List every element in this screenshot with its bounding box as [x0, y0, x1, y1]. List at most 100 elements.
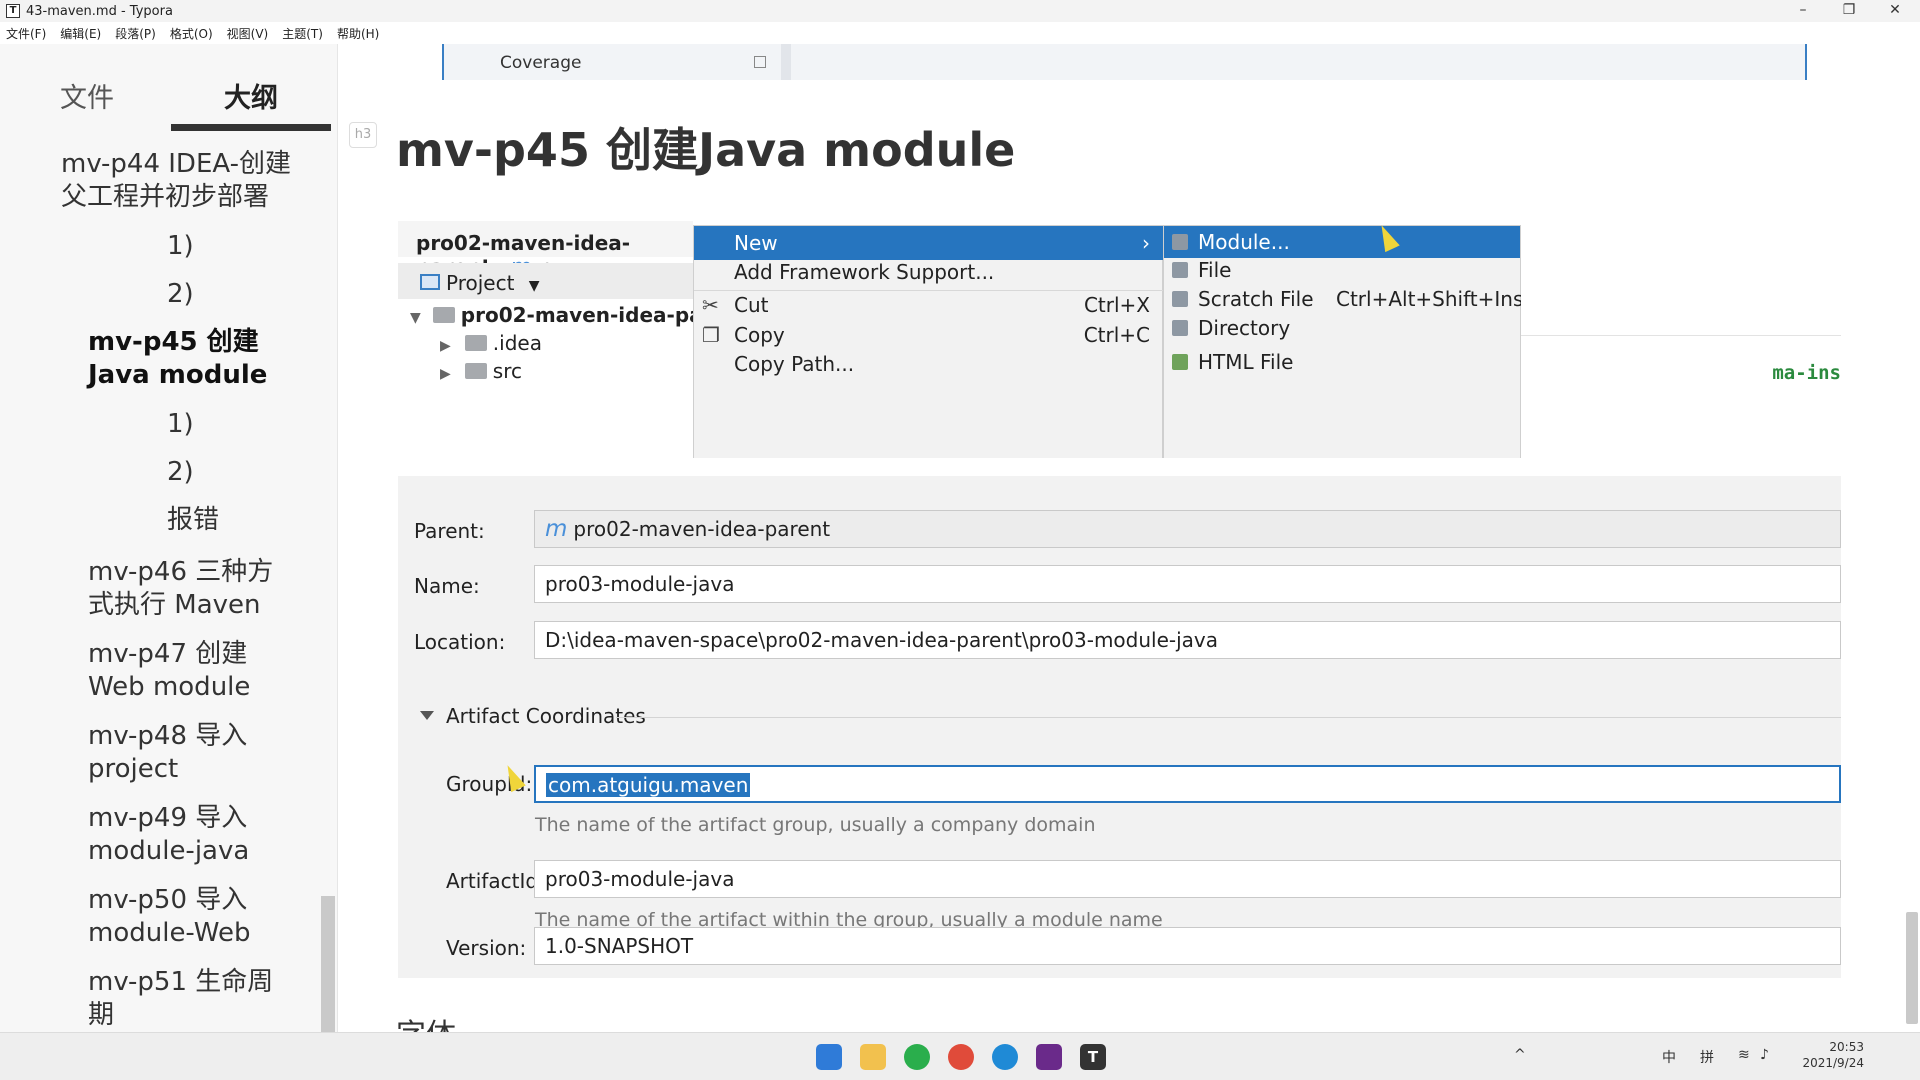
submenu-item-file[interactable]: File [1164, 254, 1520, 286]
outline-item-p51[interactable]: mv-p51 生命周期 [88, 966, 273, 1032]
outline-item-p45-2[interactable]: 2) [167, 456, 194, 489]
ime-chinese-indicator[interactable]: 中 [1662, 1047, 1676, 1067]
submenu-item-scratch-file[interactable]: Scratch File Ctrl+Alt+Shift+Insert [1164, 283, 1552, 315]
groupid-field[interactable]: com.atguigu.maven [534, 765, 1841, 803]
outline-item-p45-1[interactable]: 1) [167, 408, 194, 441]
outline-item-p48[interactable]: mv-p48 导入 project [88, 720, 247, 786]
name-label: Name: [414, 574, 480, 598]
editor-background [1521, 225, 1841, 335]
folder-icon [432, 307, 455, 323]
taskbar: T ^ 中 拼 ≋ ♪ 20:53 2021/9/24 [0, 1032, 1920, 1080]
volume-icon[interactable]: ♪ [1760, 1047, 1769, 1063]
close-button[interactable]: ✕ [1872, 0, 1918, 22]
artifactid-field[interactable]: pro03-module-java [534, 860, 1841, 898]
editor-area: Coverage h3 mv-p45 创建Java module pro02-m… [339, 44, 1920, 1032]
collapse-chevron-icon: ▶ [440, 338, 451, 354]
tree-item-src[interactable]: ▶ src [440, 359, 522, 383]
coverage-label: Coverage [500, 53, 582, 73]
editor-scrollbar[interactable] [1906, 912, 1918, 1024]
module-icon [1172, 234, 1188, 250]
outline-item-p50[interactable]: mv-p50 导入 module-Web [88, 884, 250, 950]
scissors-icon: ✂ [702, 293, 719, 317]
version-row: Version: 1.0-SNAPSHOT [398, 927, 1841, 978]
expand-chevron-icon: ▼ [410, 310, 421, 326]
outline-item-p44[interactable]: mv-p44 IDEA-创建 父工程并初步部署 [61, 148, 291, 214]
menu-bar: 文件(F) 编辑(E) 段落(P) 格式(O) 视图(V) 主题(T) 帮助(H… [0, 22, 1920, 44]
heading-level-tag: h3 [349, 122, 377, 148]
collapse-chevron-icon: ▶ [440, 366, 451, 382]
outline-item-p45[interactable]: mv-p45 创建 Java module [88, 326, 267, 392]
editor-divider [1521, 335, 1841, 336]
maven-module-icon: m [545, 516, 568, 542]
location-field[interactable]: D:\idea-maven-space\pro02-maven-idea-par… [534, 621, 1841, 659]
location-label: Location: [414, 630, 506, 654]
artifactid-label: ArtifactId: [446, 869, 545, 893]
tree-item-idea[interactable]: ▶ .idea [440, 331, 542, 355]
file-icon [1172, 262, 1188, 278]
chrome-icon[interactable] [948, 1044, 974, 1070]
strip-separator [781, 44, 791, 80]
copy-icon [754, 56, 766, 68]
menu-item-cut[interactable]: ✂ Cut Ctrl+X [694, 288, 1164, 322]
artifact-coordinates-toggle[interactable]: Artifact Coordinates [420, 704, 646, 728]
expand-triangle-icon [420, 711, 434, 720]
outline-item-p47[interactable]: mv-p47 创建 Web module [88, 638, 250, 704]
outline-item-p44-2[interactable]: 2) [167, 278, 194, 311]
outline-item-p46[interactable]: mv-p46 三种方 式执行 Maven [88, 556, 273, 622]
folder-icon [464, 335, 487, 351]
outline-item-error[interactable]: 报错 [167, 504, 219, 537]
project-label: Project [446, 271, 515, 295]
new-submenu: Module... File Scratch File Ctrl+Alt+Shif… [1163, 225, 1552, 458]
menu-file[interactable]: 文件(F) [6, 25, 46, 42]
tab-files[interactable]: 文件 [60, 76, 114, 115]
project-tree: ▼ pro02-maven-idea-parent ▶ .idea ▶ src [398, 299, 750, 458]
restore-button[interactable]: ❐ [1826, 0, 1872, 22]
outline-item-p49[interactable]: mv-p49 导入 module-java [88, 802, 249, 868]
menu-format[interactable]: 格式(O) [170, 25, 213, 42]
groupid-hint: The name of the artifact group, usually … [535, 814, 1096, 836]
menu-edit[interactable]: 编辑(E) [60, 25, 101, 42]
submenu-item-html-file[interactable]: HTML File [1164, 346, 1520, 378]
typora-taskbar-icon[interactable]: T [1080, 1044, 1106, 1070]
wifi-icon[interactable]: ≋ [1738, 1047, 1750, 1063]
ime-pinyin-indicator[interactable]: 拼 [1700, 1047, 1714, 1067]
prev-image-strip: Coverage [442, 44, 1807, 80]
ide-context-menu-image: pro02-maven-idea-parent m p Project ▼ ▼p… [398, 207, 1841, 458]
title-bar: T 43-maven.md - Typora – ❐ ✕ [0, 0, 1920, 22]
tray-overflow-icon[interactable]: ^ [1514, 1047, 1526, 1063]
menu-view[interactable]: 视图(V) [227, 25, 269, 42]
version-label: Version: [446, 936, 527, 960]
windows-start-icon[interactable] [816, 1044, 842, 1070]
folder-icon [1172, 320, 1188, 336]
edge-icon[interactable] [992, 1044, 1018, 1070]
menu-paragraph[interactable]: 段落(P) [115, 25, 156, 42]
scratch-file-icon [1172, 291, 1188, 307]
outline-item-p44-1[interactable]: 1) [167, 230, 194, 263]
sidebar-scrollbar[interactable] [321, 896, 335, 1032]
context-menu: New › Add Framework Support... ✂ Cut Ctrl+X… [693, 225, 1164, 458]
tab-outline[interactable]: 大纲 [224, 76, 278, 115]
onenote-icon[interactable] [1036, 1044, 1062, 1070]
wechat-icon[interactable] [904, 1044, 930, 1070]
parent-label: Parent: [414, 519, 485, 543]
parent-field[interactable]: m pro02-maven-idea-parent [534, 510, 1841, 548]
menu-item-copy-path[interactable]: Copy Path... [694, 347, 1164, 381]
menu-item-add-framework[interactable]: Add Framework Support... [694, 255, 1164, 289]
submenu-item-directory[interactable]: Directory [1164, 312, 1520, 344]
active-tab-indicator [171, 124, 331, 131]
menu-help[interactable]: 帮助(H) [337, 25, 379, 42]
sidebar: 文件 大纲 mv-p44 IDEA-创建 父工程并初步部署 1) 2) mv-p4… [0, 44, 338, 1032]
project-view-header: Project ▼ [398, 263, 693, 299]
minimize-button[interactable]: – [1780, 0, 1826, 22]
system-clock[interactable]: 20:53 2021/9/24 [1802, 1039, 1864, 1071]
window-title: 43-maven.md - Typora [26, 3, 173, 19]
version-field[interactable]: 1.0-SNAPSHOT [534, 927, 1841, 965]
page-heading[interactable]: mv-p45 创建Java module [396, 114, 1015, 180]
menu-theme[interactable]: 主题(T) [282, 25, 323, 42]
project-window-icon [420, 274, 440, 290]
name-field[interactable]: pro03-module-java [534, 565, 1841, 603]
next-heading[interactable]: 字体 [396, 1010, 456, 1032]
ide-breadcrumb: pro02-maven-idea-parent m p [398, 221, 693, 280]
file-explorer-icon[interactable] [860, 1044, 886, 1070]
folder-icon [464, 363, 487, 379]
